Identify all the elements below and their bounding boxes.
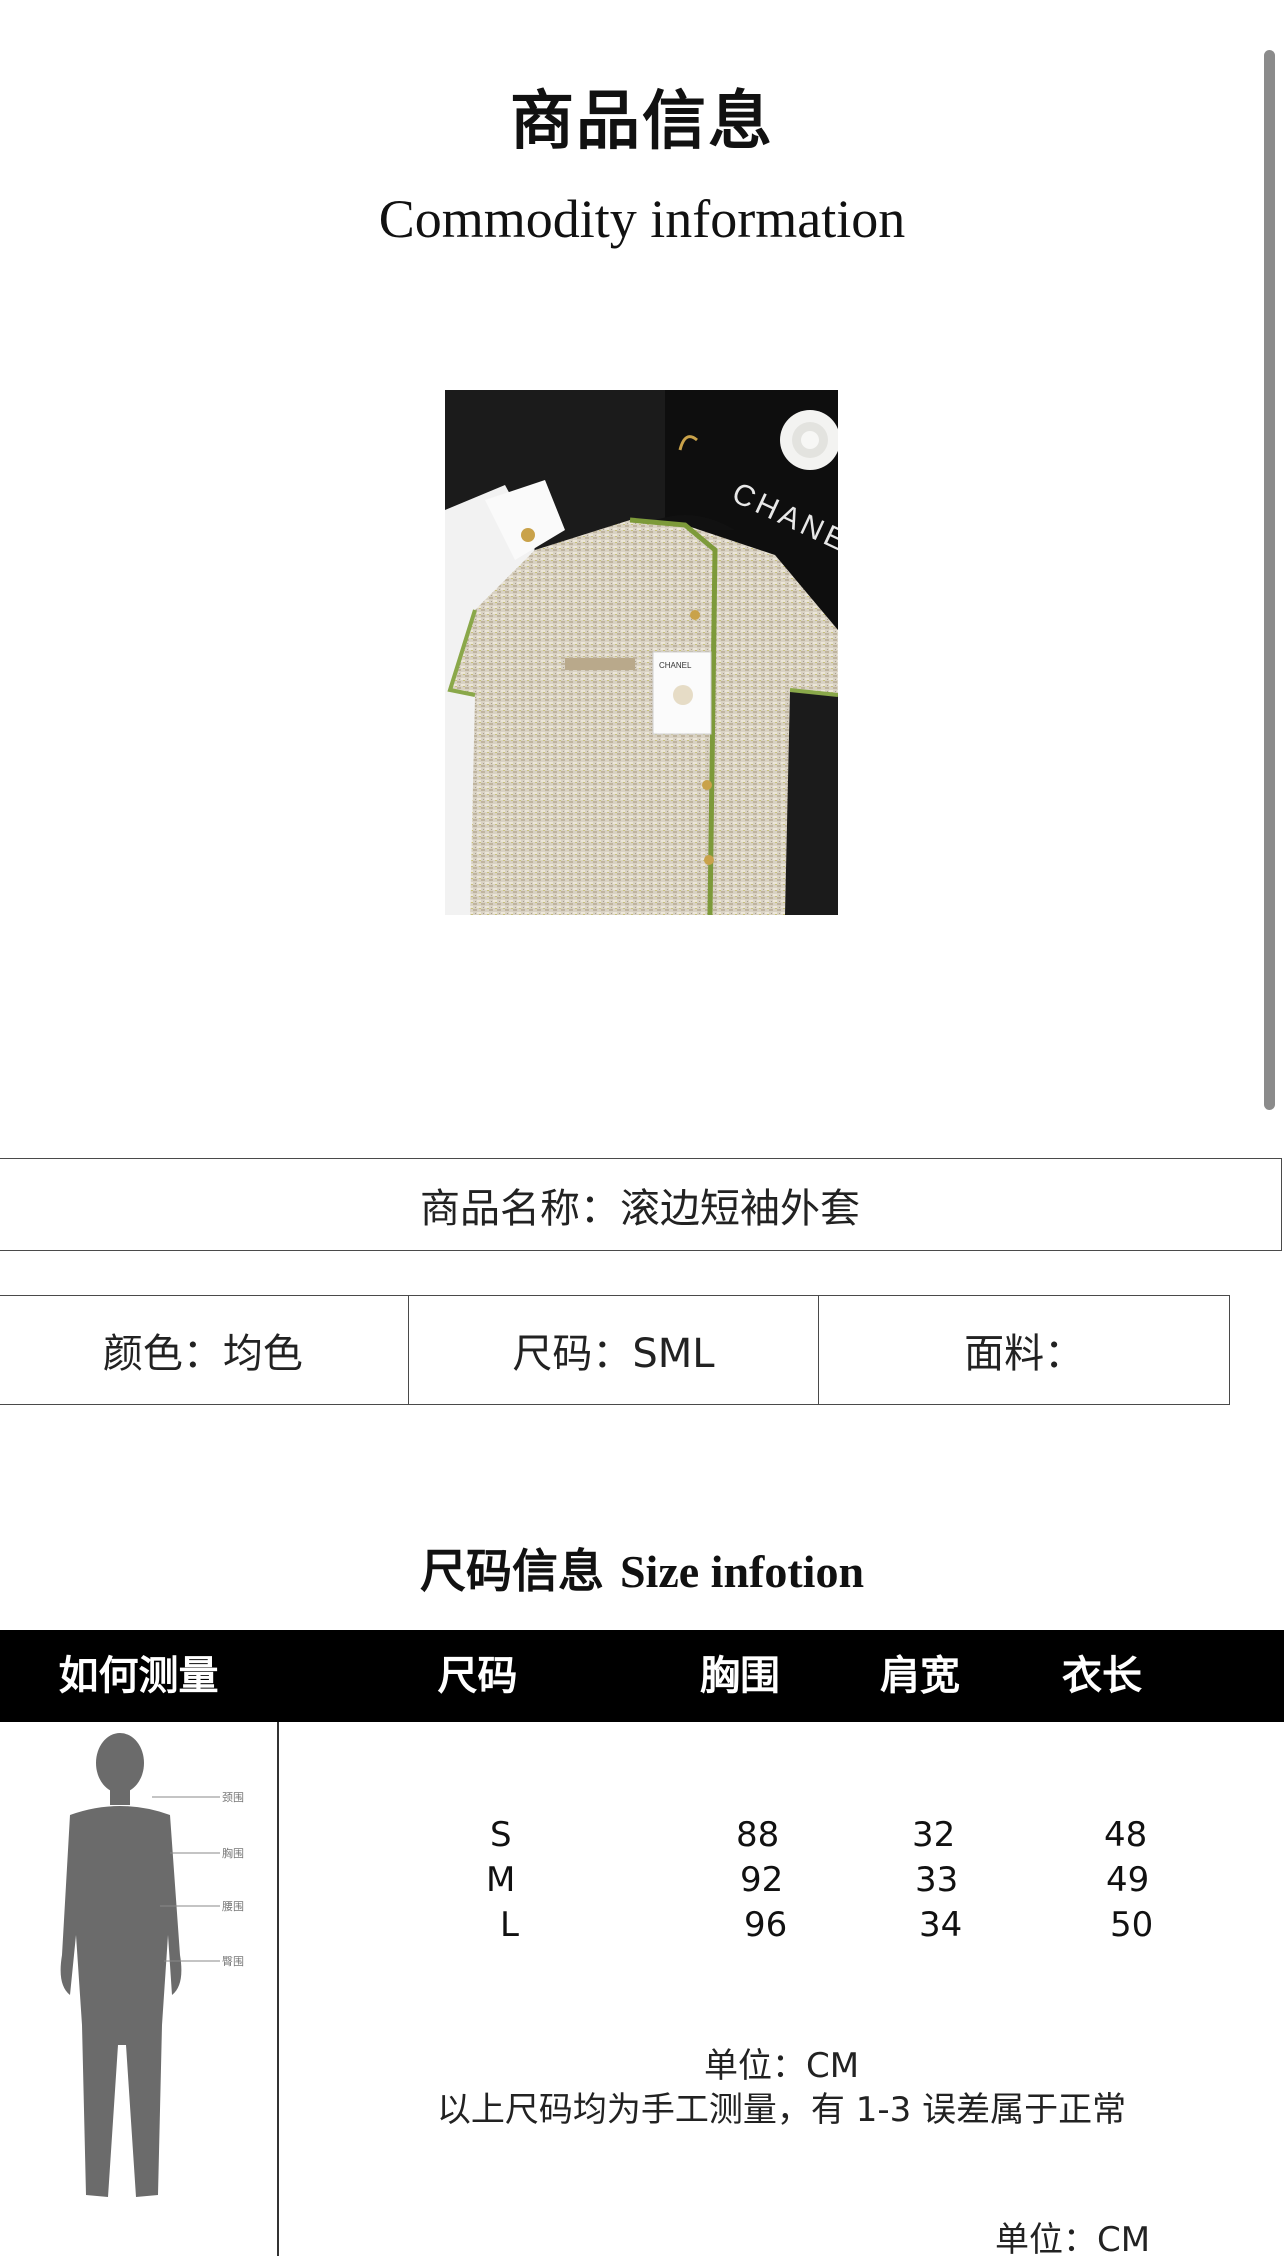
fabric-label: 面料：	[964, 1331, 1085, 1377]
header-size: 尺码	[437, 1653, 518, 1699]
color-cell: 颜色：均色	[0, 1295, 409, 1405]
shoulder-value: 33	[915, 1860, 959, 1900]
measure-label-waist: 腰围	[222, 1900, 244, 1913]
product-name-box: 商品名称：滚边短袖外套	[0, 1158, 1282, 1251]
hang-tag-brand-text: CHANEL	[659, 661, 692, 670]
size-value: M	[486, 1860, 516, 1900]
header-chest: 胸围	[700, 1653, 780, 1699]
shoulder-value: 32	[912, 1815, 956, 1855]
unit-note: 单位：CM	[703, 2046, 860, 2086]
size-value: L	[500, 1905, 519, 1945]
body-measurement-figure: 颈围 胸围 腰围 臀围	[40, 1725, 260, 2205]
product-image[interactable]: CHANEL CHANEL	[445, 390, 838, 915]
product-attributes-row: 颜色：均色 尺码：SML 面料：	[0, 1295, 1231, 1405]
product-name: 商品名称：滚边短袖外套	[420, 1185, 860, 1232]
header-shoulder: 肩宽	[880, 1653, 960, 1699]
size-value: S	[490, 1815, 512, 1855]
size-table-header: 如何测量 尺码 胸围 肩宽 衣长	[0, 1630, 1284, 1722]
color-label: 颜色：均色	[102, 1331, 303, 1377]
tweed-jacket-photo-icon: CHANEL CHANEL	[445, 390, 838, 915]
length-value: 49	[1106, 1860, 1150, 1900]
size-section-title: 尺码信息 Size infotion	[0, 1535, 1284, 1601]
header-length: 衣长	[1062, 1653, 1142, 1699]
chest-value: 92	[740, 1860, 784, 1900]
size-cell: 尺码：SML	[407, 1295, 820, 1405]
table-column-divider	[277, 1722, 279, 2256]
header-how-to-measure: 如何测量	[58, 1653, 219, 1699]
page-subtitle: Commodity information	[378, 189, 906, 249]
measure-label-hip: 臀围	[222, 1955, 244, 1968]
measurement-disclaimer: 以上尺码均为手工测量，有 1-3 误差属于正常	[436, 2090, 1127, 2130]
measure-label-chest: 胸围	[222, 1846, 244, 1860]
fabric-cell: 面料：	[818, 1295, 1231, 1405]
measure-label-neck: 颈围	[222, 1791, 244, 1804]
size-title-en: Size infotion	[619, 1546, 865, 1597]
size-label: 尺码：SML	[512, 1331, 715, 1377]
length-value: 50	[1110, 1905, 1154, 1945]
chest-value: 96	[744, 1905, 788, 1945]
size-title-cn: 尺码信息	[419, 1544, 604, 1598]
shoulder-value: 34	[919, 1905, 963, 1945]
chest-value: 88	[736, 1815, 780, 1855]
human-silhouette-icon: 颈围 胸围 腰围 臀围	[60, 1733, 244, 2197]
length-value: 48	[1104, 1815, 1148, 1855]
unit-note-bottom: 单位：CM	[995, 2220, 1151, 2260]
page-title: 商品信息	[510, 85, 774, 159]
